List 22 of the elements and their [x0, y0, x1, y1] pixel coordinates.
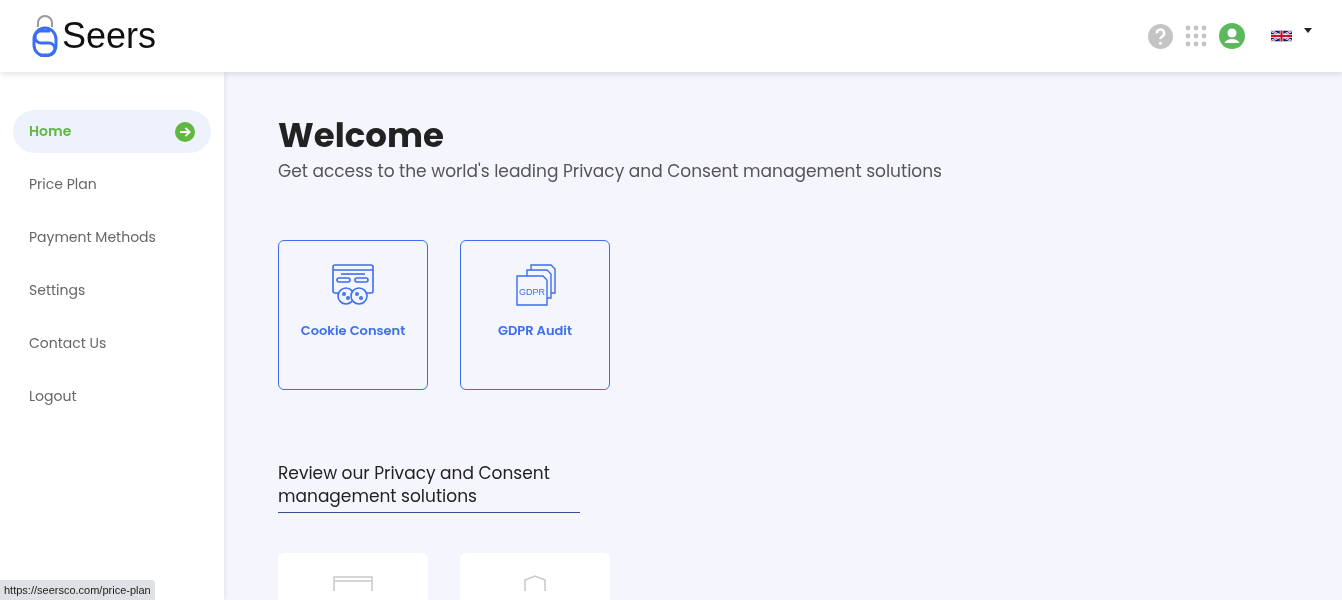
padlock-logo-icon	[32, 15, 58, 57]
help-icon[interactable]	[1148, 23, 1173, 49]
section-heading: Review our Privacy and Consent management solutions	[278, 462, 580, 513]
page-subtitle: Get access to the world's leading Privacy and Consent management solutions	[278, 158, 943, 184]
uk-flag-icon[interactable]	[1271, 30, 1292, 42]
browser-cookies-icon	[331, 263, 375, 307]
product-card[interactable]: GDPR GDPR Audit	[460, 240, 610, 390]
shield-icon	[524, 575, 546, 591]
page-title: Welcome	[278, 114, 445, 157]
sidebar-nav-item[interactable]: Price Plan	[13, 163, 211, 206]
apps-grid-icon[interactable]	[1185, 25, 1207, 47]
product-card[interactable]: Cookie Consent	[278, 240, 428, 390]
logo-text: Seers	[62, 18, 157, 54]
sidebar-nav-item[interactable]: Payment Methods	[13, 216, 211, 259]
sidebar-nav-item[interactable]: Settings	[13, 269, 211, 312]
caret-down-icon[interactable]	[1304, 28, 1312, 33]
sidebar-nav-item[interactable]: Contact Us	[13, 322, 211, 365]
user-icon[interactable]	[1219, 23, 1245, 49]
sidebar-nav-item[interactable]: Logout	[13, 375, 211, 418]
browser-icon	[333, 575, 373, 591]
arrow-right-circle-icon	[175, 121, 195, 142]
link-preview-tooltip: https://seersco.com/price-plan	[0, 579, 155, 600]
